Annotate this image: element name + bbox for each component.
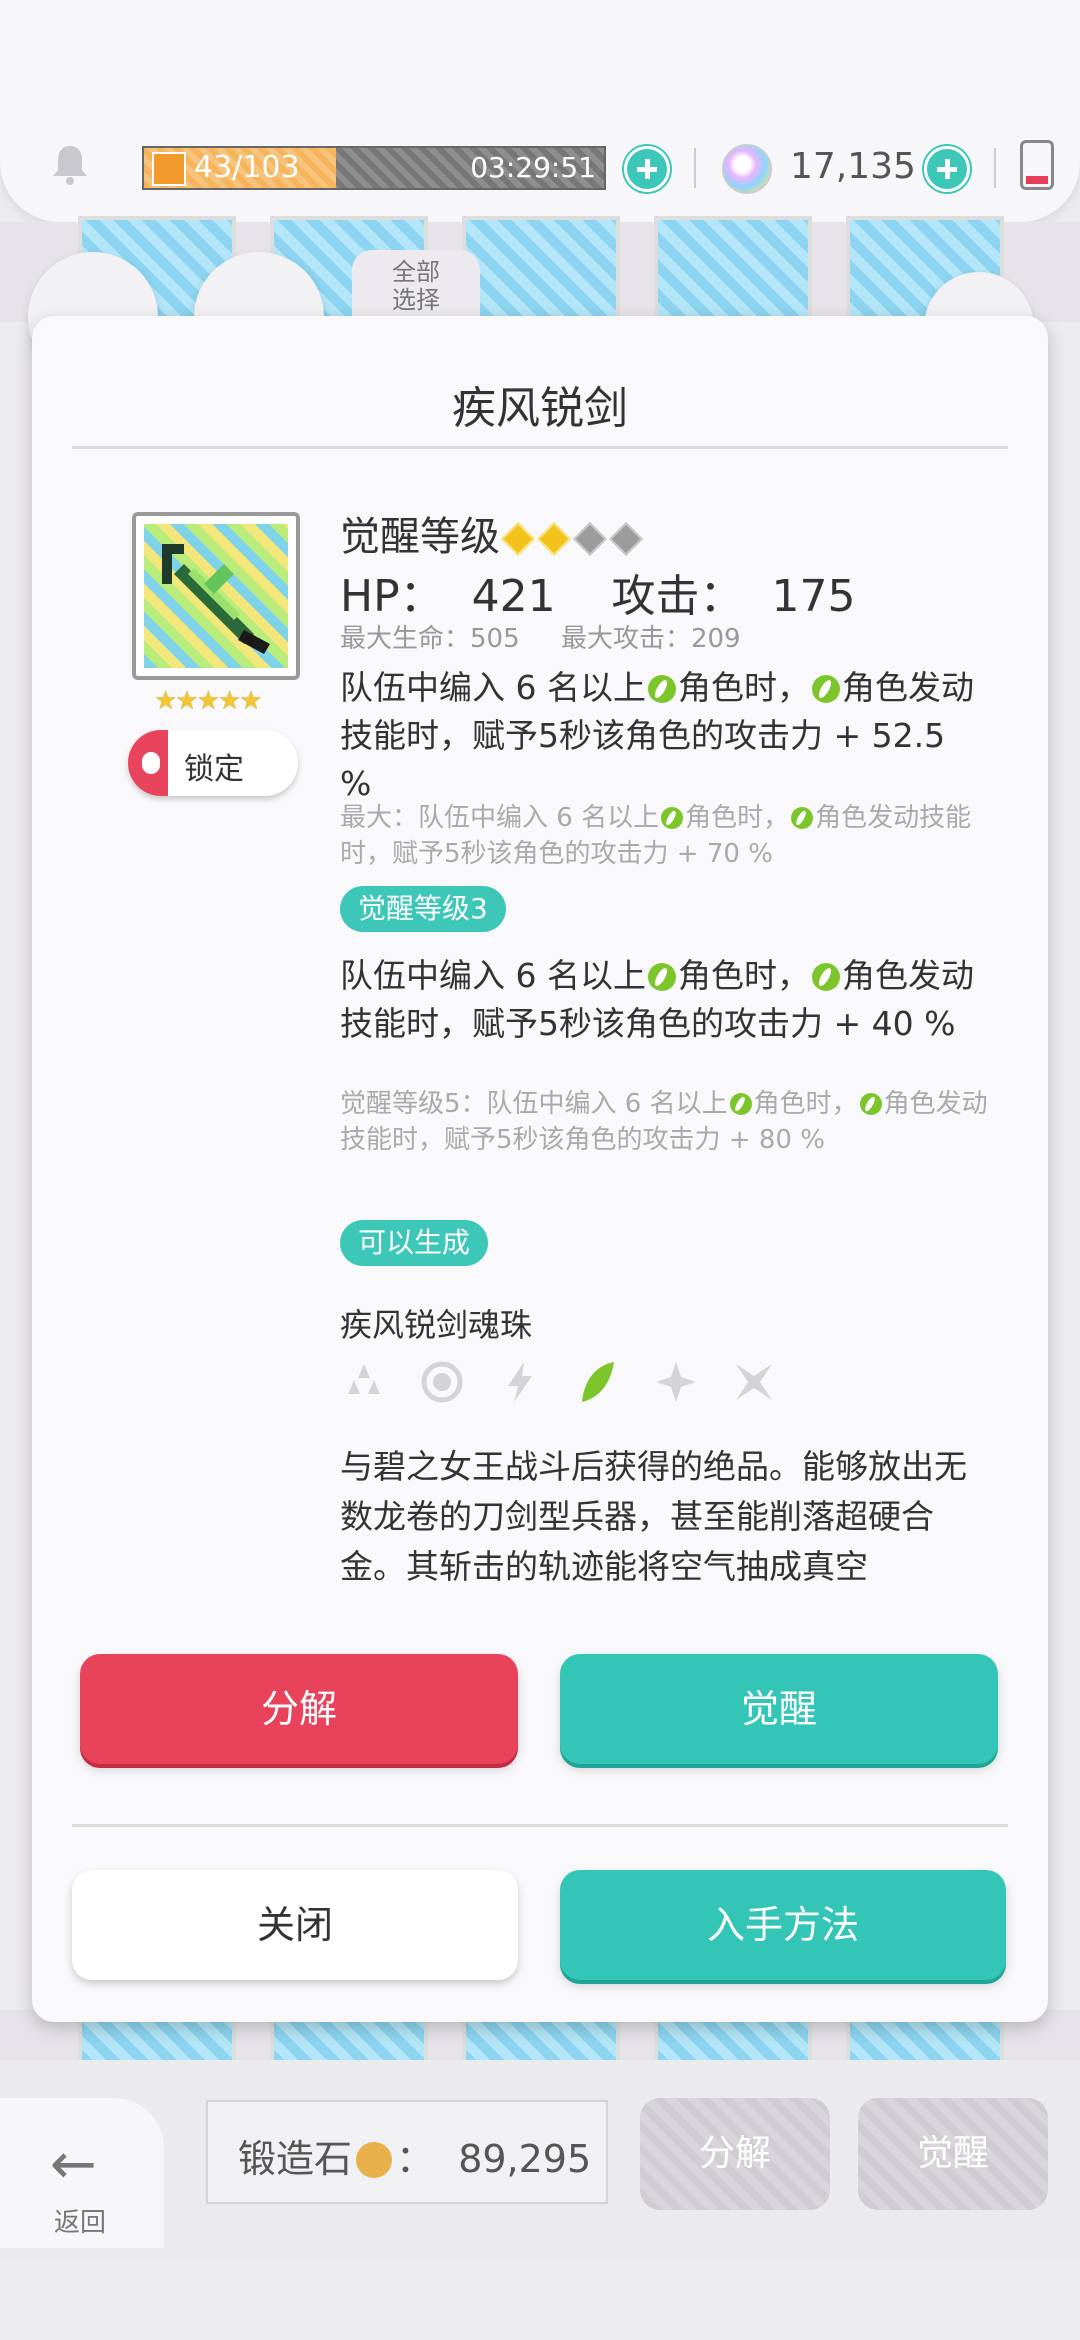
forge-stone-counter: 锻造石： 89,295 (206, 2100, 608, 2204)
forge-stone-count: 89,295 (458, 2137, 592, 2181)
wind-element-icon (859, 1093, 882, 1115)
status-bar: 43/103 03:29:51 17,135 (0, 0, 1080, 222)
skill-awakening-3: 队伍中编入 6 名以上 角色时， 角色发动技能时，赋予5秒该角色的攻击力 + 40 … (340, 952, 980, 1048)
text: 角色时， (753, 1089, 858, 1119)
wind-element-icon (729, 1093, 752, 1115)
battery-icon (1020, 140, 1054, 190)
divider (694, 148, 696, 188)
current-stats: HP： 421 攻击： 175 (340, 571, 856, 622)
item-portrait (132, 512, 300, 680)
awakening-diamond-filled-icon (501, 522, 535, 556)
select-all-line1: 全部 (392, 258, 440, 286)
craftable-pill: 可以生成 (340, 1220, 489, 1266)
text: 角色时， (685, 803, 790, 833)
bulk-awaken-button[interactable]: 觉醒 (858, 2098, 1048, 2210)
divider (72, 1824, 1008, 1827)
wind-element-icon (811, 675, 840, 703)
lock-toggle[interactable]: 锁定 (128, 730, 298, 796)
gem-icon (722, 144, 772, 194)
close-button[interactable]: 关闭 (72, 1870, 518, 1980)
awakening-diamond-empty-icon (573, 522, 607, 556)
how-to-obtain-button[interactable]: 入手方法 (560, 1870, 1006, 1980)
back-arrow-icon: ← (50, 2132, 97, 2197)
item-detail-dialog: 疾风锐剑 ★★★★★ 锁定 觉醒等级 HP： 421 攻击： 175 最大生命：… (32, 316, 1048, 2022)
ring-icon (421, 1361, 463, 1403)
add-stamina-button[interactable] (624, 146, 670, 192)
text: 角色时， (677, 668, 810, 707)
awakening-label: 觉醒等级 (340, 514, 500, 560)
awakening-level: 觉醒等级 (340, 504, 644, 562)
gem-count: 17,135 (790, 146, 916, 187)
forge-stone-icon (356, 2142, 393, 2178)
wind-element-icon (647, 963, 676, 991)
wind-element-icon (647, 675, 676, 703)
text: 最大：队伍中编入 6 名以上 (340, 803, 660, 833)
rarity-stars: ★★★★★ (154, 686, 263, 716)
earth-drops-icon (348, 1364, 380, 1394)
add-gems-button[interactable] (924, 146, 970, 192)
stamina-bolt-icon (152, 152, 186, 186)
soul-orb-name: 疾风锐剑魂珠 (340, 1306, 533, 1344)
stamina-count: 43/103 (194, 150, 300, 185)
back-button[interactable]: ← 返回 (0, 2098, 164, 2248)
stamina-timer: 03:29:51 (470, 151, 596, 184)
item-description: 与碧之女王战斗后获得的绝品。能够放出无数龙卷的刀剑型兵器，甚至能削落超硬合金。其… (340, 1447, 967, 1586)
max-stats: 最大生命：505 最大攻击：209 (340, 624, 741, 654)
lightning-icon (508, 1362, 532, 1402)
awakening-diamonds (500, 514, 644, 560)
bulk-dismantle-button[interactable]: 分解 (640, 2098, 830, 2210)
divider (994, 148, 996, 188)
text: 队伍中编入 6 名以上 (340, 668, 646, 707)
skill-max: 最大：队伍中编入 6 名以上 角色时， 角色发动技能时，赋予5秒该角色的攻击力 + … (340, 800, 990, 872)
dialog-title: 疾风锐剑 (452, 383, 628, 434)
awaken-button[interactable]: 觉醒 (560, 1654, 998, 1764)
skill-awakening-5: 觉醒等级5：队伍中编入 6 名以上 角色时， 角色发动技能时，赋予5秒该角色的攻击力… (340, 1086, 990, 1158)
wind-element-icon (811, 963, 840, 991)
notification-bell-icon[interactable] (48, 142, 92, 186)
divider (72, 446, 1008, 449)
shuriken-icon (736, 1364, 772, 1400)
lock-label: 锁定 (184, 752, 244, 787)
forge-stone-label: 锻造石 (238, 2137, 353, 2181)
lock-toggle-knob (128, 730, 168, 796)
awakening-3-pill: 觉醒等级3 (340, 886, 506, 932)
sword-icon (144, 524, 288, 668)
wind-leaf-icon (582, 1362, 614, 1402)
wind-element-icon (791, 807, 814, 829)
stamina-bar: 43/103 03:29:51 (142, 146, 606, 190)
dismantle-button[interactable]: 分解 (80, 1654, 518, 1764)
select-all-line2: 选择 (392, 286, 440, 314)
awakening-diamond-empty-icon (609, 522, 643, 556)
text: 角色时， (677, 956, 810, 995)
back-label: 返回 (54, 2208, 107, 2238)
awakening-diamond-filled-icon (537, 522, 571, 556)
wind-element-icon (661, 807, 684, 829)
text: 觉醒等级5：队伍中编入 6 名以上 (340, 1089, 728, 1119)
forge-stone-text: 锻造石： 89,295 (238, 2137, 592, 2181)
item-grid-top (0, 216, 1080, 334)
skill-current: 队伍中编入 6 名以上 角色时， 角色发动技能时，赋予5秒该角色的攻击力 + 52.… (340, 664, 980, 808)
text: 队伍中编入 6 名以上 (340, 956, 646, 995)
sparkle-icon (656, 1362, 696, 1402)
